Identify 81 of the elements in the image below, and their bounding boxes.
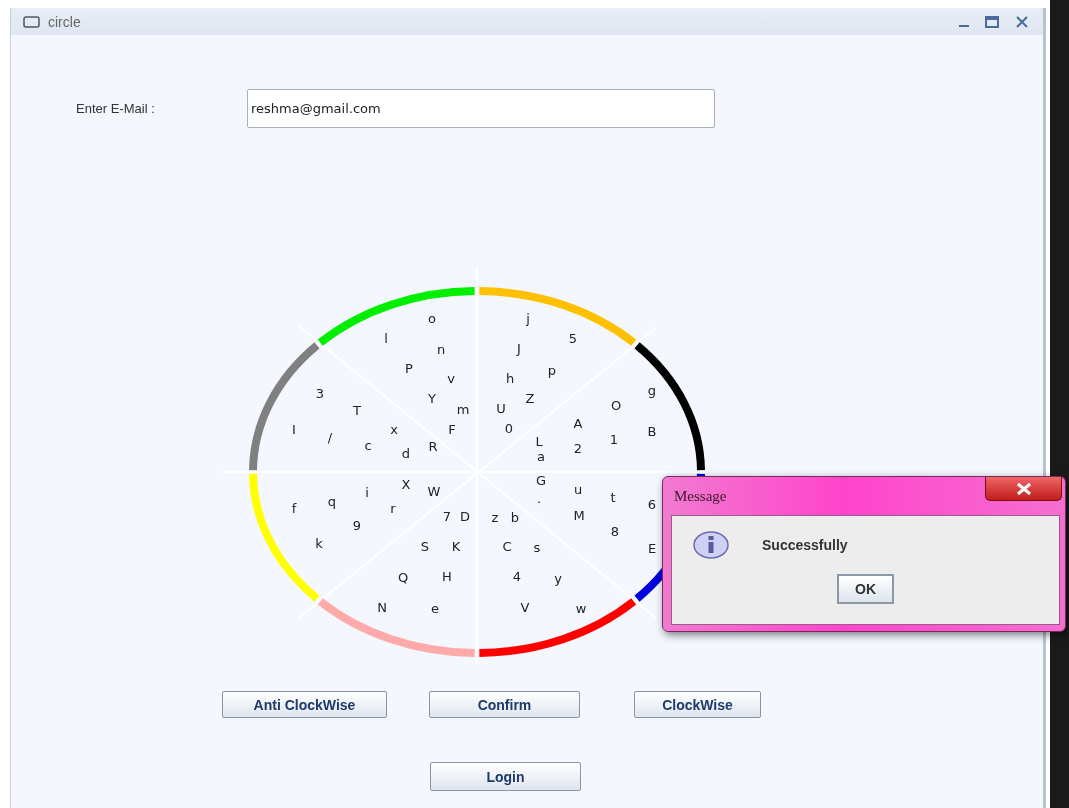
wheel-letter: G — [535, 473, 547, 488]
wheel-letter: J — [517, 341, 521, 356]
wheel-letter: F — [448, 422, 456, 437]
wheel-letter: y — [554, 571, 562, 586]
wheel-letter: c — [364, 438, 372, 453]
wheel-letter: q — [327, 494, 337, 509]
wheel-letter: P — [405, 361, 413, 376]
close-icon — [1014, 481, 1033, 496]
wheel-letter: s — [533, 540, 541, 555]
wheel-letter: 3 — [315, 386, 325, 401]
login-button[interactable]: Login — [430, 762, 581, 791]
wheel-letter: g — [647, 383, 657, 398]
wheel-letter: W — [427, 484, 441, 499]
wheel-letter: 0 — [504, 421, 514, 436]
wheel-letter: o — [428, 311, 436, 326]
wheel-letter: 4 — [512, 569, 522, 584]
wheel-letter: 5 — [568, 331, 578, 346]
wheel-letter: k — [315, 536, 323, 551]
email-label: Enter E-Mail : — [76, 101, 156, 116]
wheel-letter: A — [573, 416, 583, 431]
dialog-message: Successfully — [762, 537, 848, 553]
wheel-letter: E — [647, 541, 657, 556]
wheel-letter: t — [610, 490, 616, 505]
wheel-letter: K — [451, 539, 461, 554]
wheel-letter: d — [401, 446, 411, 461]
wheel-letter: 7 — [442, 509, 452, 524]
wheel-letter: X — [401, 477, 411, 492]
wheel-letter: M — [573, 508, 585, 523]
wheel-letter: f — [291, 501, 297, 516]
wheel-letter: a — [537, 449, 545, 464]
wheel-letter: T — [353, 403, 361, 418]
wheel-letter: u — [573, 482, 583, 497]
wheel-letter: j — [526, 311, 530, 326]
wheel-letter: w — [575, 601, 587, 616]
wheel-letter: / — [327, 430, 333, 445]
action-button[interactable]: Anti ClockWise — [222, 691, 387, 718]
wheel-letter: O — [610, 398, 622, 413]
wheel-letter: b — [510, 510, 520, 525]
wheel-letter: 8 — [610, 524, 620, 539]
wheel-letter: 2 — [573, 441, 583, 456]
wheel-letter: i — [365, 485, 369, 500]
wheel-letter: S — [420, 539, 430, 554]
wheel-letter: 6 — [647, 497, 657, 512]
window-icon — [23, 15, 40, 28]
email-field[interactable]: reshma@gmail.com — [247, 89, 715, 128]
wheel-letter: L — [535, 434, 543, 449]
wheel-letter: x — [390, 422, 398, 437]
wheel-letter: . — [536, 491, 542, 506]
wheel-letter: e — [431, 601, 439, 616]
wheel-letter: Z — [525, 391, 535, 406]
wheel-letter: h — [505, 371, 515, 386]
wheel-letter: r — [390, 501, 396, 516]
action-button[interactable]: ClockWise — [634, 691, 761, 718]
info-icon — [692, 530, 730, 560]
wheel-letter: 9 — [352, 518, 362, 533]
window-title: circle — [48, 13, 82, 30]
wheel-letter: Q — [397, 570, 409, 585]
wheel-letter: D — [460, 509, 470, 524]
ok-button[interactable]: OK — [837, 574, 894, 604]
wheel-letter: V — [520, 600, 530, 615]
wheel-letter: p — [547, 363, 557, 378]
wheel-letter: C — [502, 539, 512, 554]
close-button[interactable] — [985, 477, 1062, 501]
wheel-letter: R — [428, 439, 438, 454]
wheel-letter: Y — [428, 391, 436, 406]
wheel-letter: U — [496, 401, 506, 416]
wheel-letter: l — [384, 331, 388, 346]
wheel-letter: v — [447, 371, 455, 386]
wheel-letter: N — [377, 600, 387, 615]
wheel-letter: z — [491, 510, 499, 525]
wheel-letter: B — [647, 424, 657, 439]
wheel-letter: 1 — [609, 432, 619, 447]
minimize-icon — [959, 25, 969, 27]
wheel-letter: H — [442, 569, 452, 584]
dialog-title: Message — [674, 487, 727, 505]
close-icon — [1015, 15, 1029, 28]
wheel-letter: I — [292, 422, 296, 437]
wheel-letter: m — [456, 402, 470, 417]
wheel-letter: n — [436, 342, 446, 357]
action-button[interactable]: Confirm — [429, 691, 580, 718]
maximize-icon — [985, 15, 999, 28]
